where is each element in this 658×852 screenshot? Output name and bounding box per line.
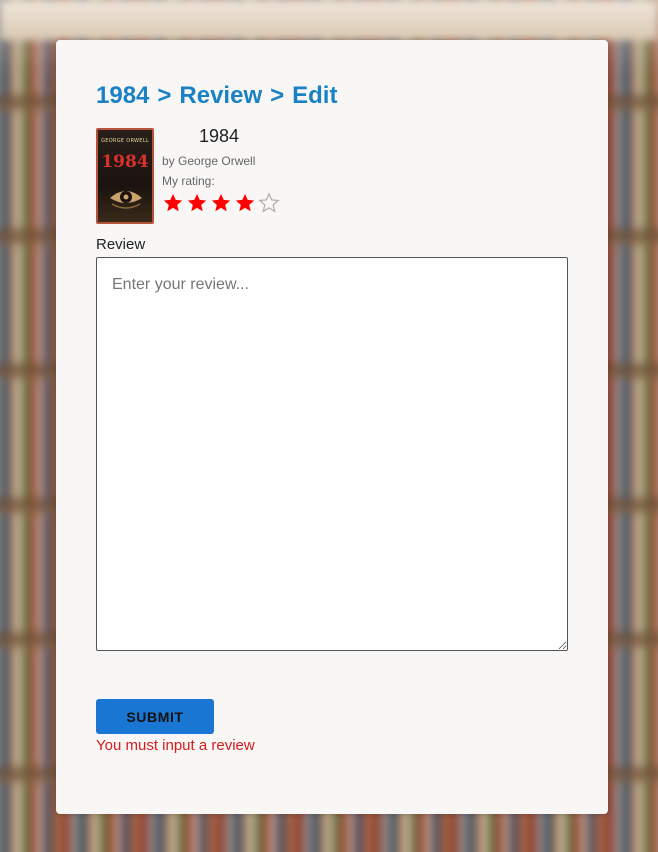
breadcrumb-separator: >	[270, 82, 285, 109]
breadcrumb-separator: >	[157, 82, 172, 109]
breadcrumb-edit[interactable]: Edit	[292, 82, 337, 110]
review-label: Review	[96, 236, 146, 253]
submit-button[interactable]: SUBMIT	[96, 699, 214, 734]
star-rating[interactable]	[162, 192, 280, 214]
star-empty-icon[interactable]	[258, 192, 280, 214]
star-filled-icon[interactable]	[162, 192, 184, 214]
book-author: by George Orwell	[162, 154, 256, 168]
cover-title-text: 1984	[101, 152, 149, 172]
breadcrumb: 1984 > Review > Edit	[96, 80, 337, 112]
breadcrumb-book[interactable]: 1984	[96, 82, 149, 110]
book-title: 1984	[199, 126, 240, 146]
eye-icon	[110, 191, 142, 209]
star-filled-icon[interactable]	[210, 192, 232, 214]
star-filled-icon[interactable]	[234, 192, 256, 214]
review-textarea[interactable]	[96, 257, 568, 651]
rating-label: My rating:	[162, 174, 215, 188]
cover-author-text: GEORGE ORWELL	[101, 138, 149, 144]
breadcrumb-review[interactable]: Review	[179, 82, 262, 110]
error-message: You must input a review	[96, 737, 255, 754]
review-edit-card: 1984 > Review > Edit GEORGE ORWELL 1984 …	[56, 40, 608, 814]
book-cover: GEORGE ORWELL 1984	[96, 128, 154, 224]
star-filled-icon[interactable]	[186, 192, 208, 214]
ceiling-background	[0, 0, 658, 40]
